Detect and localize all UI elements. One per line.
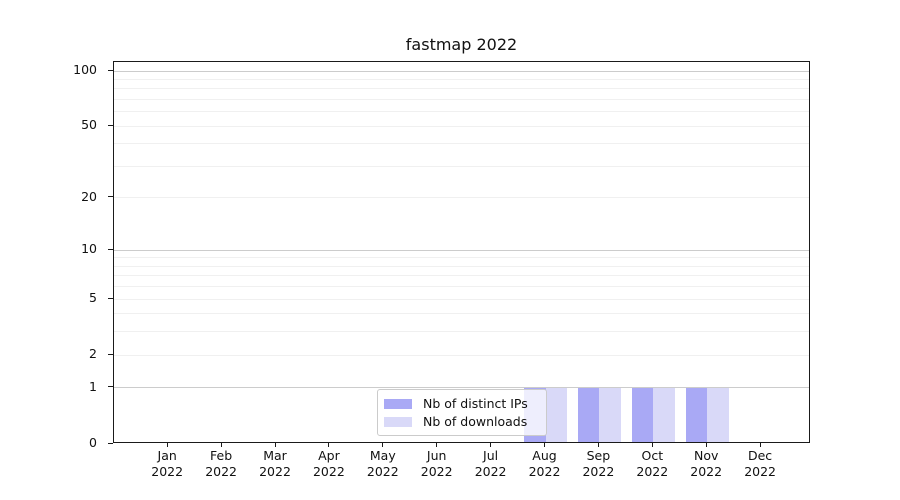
x-tick-label: May 2022 bbox=[366, 448, 399, 479]
x-tick bbox=[328, 443, 330, 447]
y-tick bbox=[108, 353, 113, 355]
gridline-minor bbox=[114, 313, 809, 315]
gridline-minor bbox=[114, 265, 809, 267]
y-tick-label: 1 bbox=[89, 378, 97, 394]
gridline-major bbox=[114, 249, 809, 251]
bar-nb-of-downloads-aug-2022 bbox=[545, 387, 567, 442]
y-tick-label: 20 bbox=[81, 188, 97, 204]
y-tick bbox=[108, 442, 113, 444]
gridline-minor bbox=[114, 298, 809, 300]
y-tick-label: 10 bbox=[81, 241, 97, 257]
y-tick-label: 5 bbox=[89, 290, 97, 306]
gridline-minor bbox=[114, 197, 809, 199]
gridline-minor bbox=[114, 275, 809, 277]
x-tick bbox=[490, 443, 492, 447]
x-tick bbox=[705, 443, 707, 447]
bar-nb-of-downloads-nov-2022 bbox=[707, 387, 729, 442]
gridline-major bbox=[114, 70, 809, 72]
y-tick-label: 0 bbox=[89, 435, 97, 450]
x-tick bbox=[166, 443, 168, 447]
gridline-minor bbox=[114, 78, 809, 80]
legend-item-downloads: Nb of downloads bbox=[384, 413, 538, 430]
legend: Nb of distinct IPs Nb of downloads bbox=[377, 389, 547, 436]
gridline-minor bbox=[114, 98, 809, 100]
x-tick-label: Oct 2022 bbox=[636, 448, 669, 479]
y-tick-label: 100 bbox=[73, 62, 97, 77]
x-tick-label: Mar 2022 bbox=[259, 448, 291, 479]
gridline-minor bbox=[114, 354, 809, 356]
x-tick bbox=[382, 443, 384, 447]
x-tick bbox=[220, 443, 222, 447]
y-tick bbox=[108, 248, 113, 250]
gridline-minor bbox=[114, 125, 809, 127]
bar-nb-of-downloads-sep-2022 bbox=[599, 387, 621, 442]
y-tick bbox=[108, 386, 113, 388]
x-tick bbox=[759, 443, 761, 447]
x-tick bbox=[274, 443, 276, 447]
bar-nb-of-distinct-ips-nov-2022 bbox=[685, 387, 708, 442]
legend-item-distinct-ips: Nb of distinct IPs bbox=[384, 395, 538, 412]
x-tick-label: Feb 2022 bbox=[205, 448, 237, 479]
legend-swatch-distinct-ips bbox=[384, 398, 412, 409]
gridline-minor bbox=[114, 88, 809, 90]
chart-figure: fastmap 2022 Jan 2022 Feb 2022 Mar 2022 Apr… bbox=[0, 0, 900, 500]
legend-label-downloads: Nb of downloads bbox=[423, 414, 528, 429]
y-tick-label: 2 bbox=[89, 346, 97, 362]
plot-grid-and-bars bbox=[114, 62, 809, 442]
y-tick bbox=[108, 124, 113, 126]
gridline-minor bbox=[114, 257, 809, 259]
bar-nb-of-distinct-ips-sep-2022 bbox=[577, 387, 600, 442]
x-tick bbox=[651, 443, 653, 447]
x-tick-label: Jun 2022 bbox=[420, 448, 453, 479]
y-tick-label: 50 bbox=[81, 117, 97, 133]
x-tick bbox=[436, 443, 438, 447]
x-tick-label: Dec 2022 bbox=[744, 448, 776, 479]
gridline-minor bbox=[114, 111, 809, 113]
y-tick bbox=[108, 69, 113, 71]
y-tick bbox=[108, 297, 113, 299]
bar-nb-of-distinct-ips-oct-2022 bbox=[631, 387, 654, 442]
x-tick bbox=[544, 443, 545, 447]
gridline-minor bbox=[114, 331, 809, 333]
x-tick-label: Apr 2022 bbox=[312, 448, 345, 479]
y-tick bbox=[108, 196, 113, 198]
bar-nb-of-downloads-oct-2022 bbox=[653, 387, 675, 442]
legend-swatch-downloads bbox=[384, 416, 412, 427]
x-tick-label: Jul 2022 bbox=[474, 448, 507, 479]
x-tick-label: Nov 2022 bbox=[690, 448, 723, 479]
x-tick-label: Sep 2022 bbox=[582, 448, 615, 479]
x-tick bbox=[597, 443, 599, 447]
gridline-minor bbox=[114, 165, 809, 167]
legend-label-distinct-ips: Nb of distinct IPs bbox=[423, 396, 528, 411]
chart-title: fastmap 2022 bbox=[405, 35, 518, 54]
gridline-minor bbox=[114, 286, 809, 288]
gridline-minor bbox=[114, 143, 809, 145]
x-tick-label: Aug 2022 bbox=[528, 448, 561, 479]
x-tick-label: Jan 2022 bbox=[151, 448, 184, 479]
